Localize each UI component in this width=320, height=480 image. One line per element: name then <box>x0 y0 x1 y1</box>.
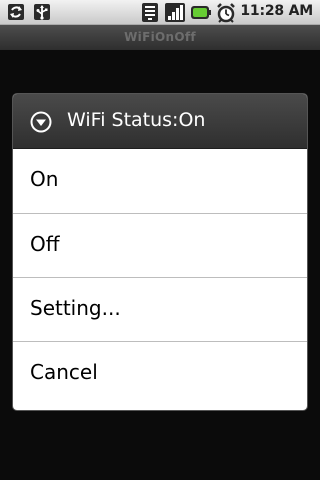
menu-item-setting[interactable]: Setting... <box>13 277 307 341</box>
usb-icon <box>34 4 50 20</box>
battery-icon <box>191 6 211 19</box>
menu-item-label: Off <box>30 232 60 256</box>
menu-item-cancel[interactable]: Cancel <box>13 341 307 405</box>
status-time: 11:28 AM <box>240 3 313 19</box>
menu-item-off[interactable]: Off <box>13 213 307 277</box>
wifi-options-dialog: WiFi Status:On On Off Setting... Cancel <box>13 94 307 410</box>
menu-item-label: Cancel <box>30 360 98 384</box>
phone-screen: 11:28 AM WiFiOnOff WiFi Status:On On Off… <box>0 0 320 480</box>
menu-item-label: On <box>30 167 59 191</box>
app-title: WiFiOnOff <box>124 30 196 44</box>
menu-item-label: Setting... <box>30 296 121 320</box>
wifi-icon <box>142 3 158 22</box>
chevron-down-circle-icon <box>30 111 52 133</box>
dialog-options-list: On Off Setting... Cancel <box>13 149 307 405</box>
status-bar: 11:28 AM <box>0 0 320 25</box>
alarm-icon <box>217 3 235 23</box>
signal-icon <box>165 3 185 22</box>
menu-item-on[interactable]: On <box>13 149 307 213</box>
dialog-title: WiFi Status:On <box>67 109 206 131</box>
sync-icon <box>8 4 24 20</box>
dialog-header: WiFi Status:On <box>13 94 307 149</box>
app-title-bar: WiFiOnOff <box>0 25 320 50</box>
